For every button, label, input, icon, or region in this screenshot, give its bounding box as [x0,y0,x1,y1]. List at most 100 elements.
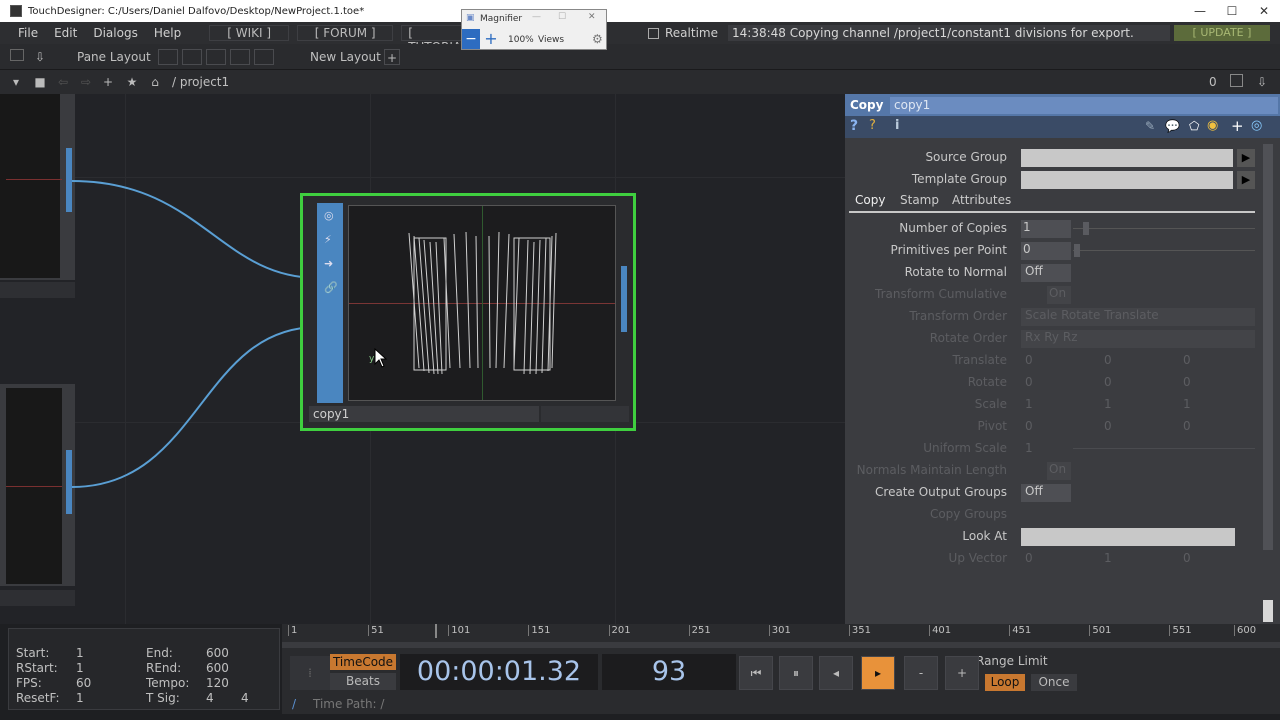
display-flag-icon[interactable]: ⚡ [324,233,332,246]
scale-y[interactable]: 1 [1104,397,1112,411]
timeline-toggle[interactable]: ⁞ [290,656,330,690]
look-at-field[interactable] [1021,528,1235,546]
pivot-x[interactable]: 0 [1025,419,1033,433]
zoom-in-button[interactable]: + [482,29,500,49]
new-layout-label[interactable]: New Layout [310,50,381,64]
rewind-button[interactable]: ⏮ [739,656,773,690]
tab-stamp[interactable]: Stamp [900,193,939,207]
python-help-icon[interactable]: ? [869,118,876,133]
timeline[interactable]: 1 51 101 151 201 251 301 351 401 451 501 551 600 [282,624,1280,650]
network-path[interactable]: / project1 [172,75,229,89]
output-connector[interactable] [621,266,627,332]
menu-edit[interactable]: Edit [46,26,85,40]
layout-split-h-icon[interactable] [182,49,202,65]
up-vector-y[interactable]: 1 [1104,551,1112,565]
python-icon[interactable]: ◉ [1207,118,1218,133]
dropdown-icon[interactable]: ▾ [8,74,24,90]
uniform-scale-slider[interactable] [1073,448,1255,449]
timecode-mode-button[interactable]: TimeCode [330,654,396,670]
minimize-button[interactable]: — [1184,0,1216,22]
layout-triple-icon[interactable] [230,49,250,65]
normals-maintain-length-toggle[interactable]: On [1047,462,1071,480]
rotate-x[interactable]: 0 [1025,375,1033,389]
star-icon[interactable]: ★ [124,74,140,90]
fps-value[interactable]: 60 [76,676,91,690]
settings-icon[interactable]: ◎ [1251,118,1262,133]
rend-value[interactable]: 600 [206,661,229,675]
time-path-label[interactable]: Time Path: / [313,697,384,711]
primitives-slider[interactable] [1073,250,1255,251]
up-vector-z[interactable]: 0 [1183,551,1191,565]
viewer-active-icon[interactable]: ◎ [324,209,334,222]
frame-display[interactable]: 93 [602,654,736,690]
tempo-value[interactable]: 120 [206,676,229,690]
rstart-value[interactable]: 1 [76,661,84,675]
end-value[interactable]: 600 [206,646,229,660]
rotate-to-normal-toggle[interactable]: Off [1021,264,1071,282]
menu-help[interactable]: Help [146,26,189,40]
scroll-arrows[interactable] [1263,600,1273,622]
slider-handle[interactable] [1074,244,1080,257]
resetf-value[interactable]: 1 [76,691,84,705]
tsig-denominator[interactable]: 4 [241,691,249,705]
download-icon[interactable]: ⇩ [32,49,48,65]
number-of-copies-slider[interactable] [1073,228,1255,229]
pause-button[interactable]: ⏸ [779,656,813,690]
param-scrollbar[interactable] [1263,144,1273,550]
screen-icon[interactable] [10,49,24,61]
network-editor[interactable]: ◎ ⚡ ➜ 🔗 y copy1 [0,94,845,624]
primitives-per-point-field[interactable]: 0 [1021,242,1071,260]
layout-quad-icon[interactable] [254,49,274,65]
uniform-scale-field[interactable]: 1 [1025,441,1033,455]
info-icon[interactable]: i [895,118,899,133]
pane-menu-icon[interactable]: ⇩ [1254,74,1270,90]
close-button[interactable]: ✕ [1248,0,1280,22]
play-button[interactable]: ▸ [861,656,895,690]
render-flag-icon[interactable]: ➜ [324,257,333,270]
playhead[interactable] [435,624,438,638]
timecode-display[interactable]: 00:00:01.32 [400,654,598,690]
home-icon[interactable]: ⌂ [147,74,163,90]
magnifier-minimize[interactable]: — [532,12,541,22]
once-button[interactable]: Once [1031,674,1077,691]
speed-down-button[interactable]: - [904,656,938,690]
step-back-button[interactable]: ◂ [819,656,853,690]
slider-handle[interactable] [1083,222,1089,235]
operator-icon[interactable]: ⬠ [1189,119,1199,133]
maximize-pane-icon[interactable] [1230,74,1243,87]
op-name-field[interactable]: copy1 [890,97,1278,114]
pivot-z[interactable]: 0 [1183,419,1191,433]
forum-button[interactable]: [ FORUM ] [297,25,394,41]
forward-icon[interactable]: ⇨ [78,74,94,90]
comment-icon[interactable]: 💬 [1165,119,1180,133]
rotate-y[interactable]: 0 [1104,375,1112,389]
edit-icon[interactable]: ✎ [1145,119,1155,133]
add-icon[interactable]: + [1231,117,1244,135]
back-icon[interactable]: ⇦ [55,74,71,90]
copy-node[interactable]: ◎ ⚡ ➜ 🔗 y copy1 [300,193,636,431]
source-group-field[interactable] [1021,149,1233,167]
scale-x[interactable]: 1 [1025,397,1033,411]
timeline-track[interactable] [282,642,1280,648]
tab-attributes[interactable]: Attributes [952,193,1011,207]
maximize-button[interactable]: ☐ [1216,0,1248,22]
number-of-copies-field[interactable]: 1 [1021,220,1071,238]
pivot-y[interactable]: 0 [1104,419,1112,433]
magnifier-maximize[interactable]: ☐ [558,12,566,22]
wiki-button[interactable]: [ WIKI ] [209,25,290,41]
realtime-checkbox[interactable] [648,27,659,39]
magnifier-window[interactable]: ▣ Magnifier — ☐ ✕ − + 100% Views ⚙ [461,9,607,50]
scale-z[interactable]: 1 [1183,397,1191,411]
rotate-order-menu[interactable]: Rx Ry Rz [1021,330,1255,348]
node-name-label[interactable]: copy1 [309,406,539,422]
update-button[interactable]: [ UPDATE ] [1174,25,1270,41]
up-vector-x[interactable]: 0 [1025,551,1033,565]
node-viewer[interactable]: y [348,205,616,401]
menu-file[interactable]: File [10,26,46,40]
add-icon[interactable]: + [100,74,116,90]
translate-x[interactable]: 0 [1025,353,1033,367]
tsig-numerator[interactable]: 4 [206,691,214,705]
create-output-groups-toggle[interactable]: Off [1021,484,1071,502]
source-group-menu-button[interactable]: ▶ [1237,149,1255,167]
menu-dialogs[interactable]: Dialogs [85,26,145,40]
